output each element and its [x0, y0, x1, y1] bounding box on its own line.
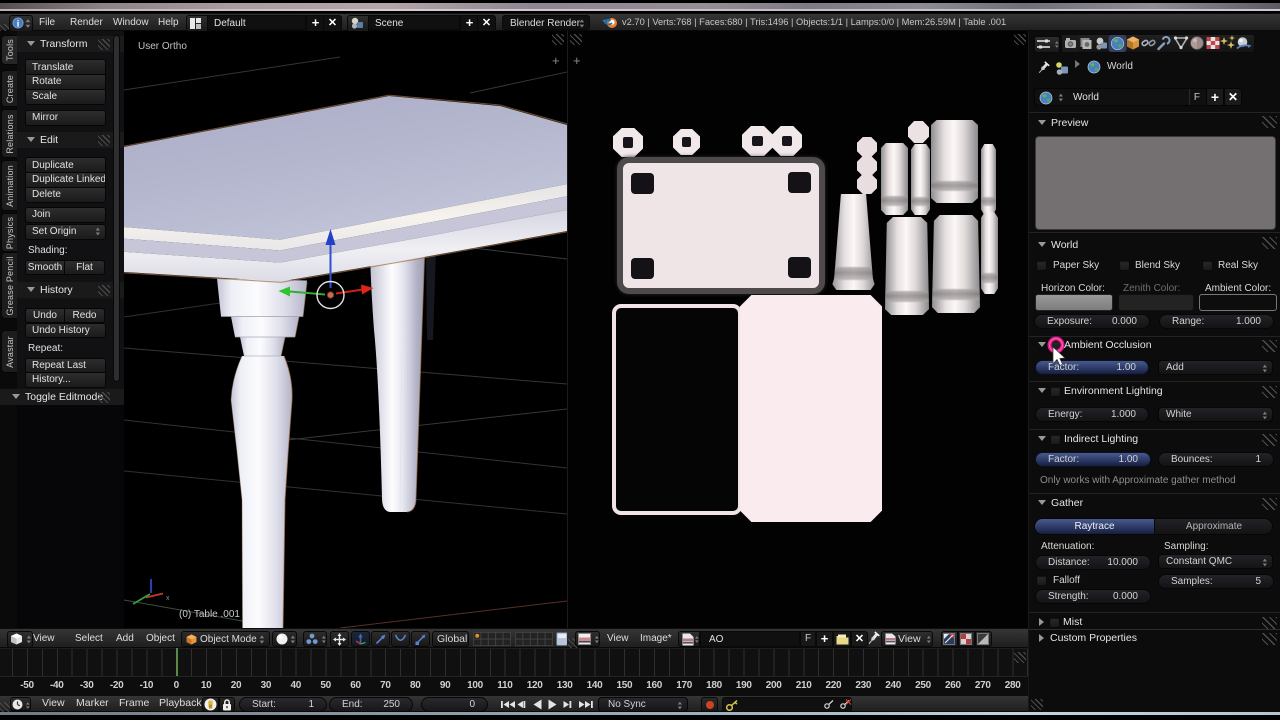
- svg-text:x: x: [166, 595, 170, 602]
